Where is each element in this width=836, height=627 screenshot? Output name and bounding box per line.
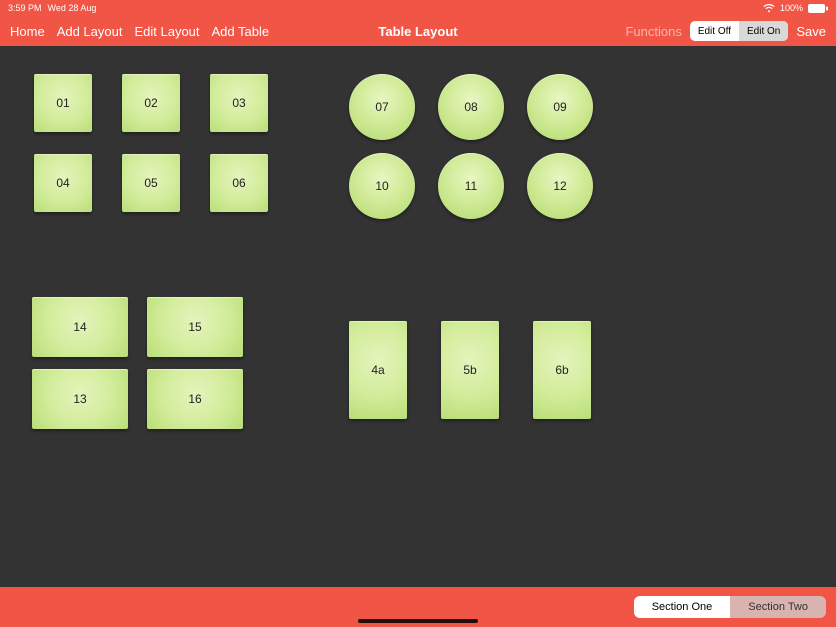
section-segmented-control: Section One Section Two bbox=[634, 596, 826, 618]
battery-percentage: 100% bbox=[780, 3, 803, 13]
nav-add-layout[interactable]: Add Layout bbox=[57, 24, 123, 39]
table-6b[interactable]: 6b bbox=[533, 321, 591, 419]
table-03[interactable]: 03 bbox=[210, 74, 268, 132]
table-07[interactable]: 07 bbox=[349, 74, 415, 140]
ios-status-bar: 3:59 PM Wed 28 Aug 100% bbox=[0, 0, 836, 16]
page-title: Table Layout bbox=[378, 24, 457, 39]
nav-edit-layout[interactable]: Edit Layout bbox=[134, 24, 199, 39]
nav-save[interactable]: Save bbox=[796, 24, 826, 39]
section-one-tab[interactable]: Section One bbox=[634, 596, 731, 618]
table-06[interactable]: 06 bbox=[210, 154, 268, 212]
floor-canvas[interactable]: 01 02 03 04 05 06 07 08 09 10 11 12 14 1… bbox=[0, 46, 836, 587]
home-indicator bbox=[358, 619, 478, 623]
status-time: 3:59 PM bbox=[8, 3, 42, 13]
nav-add-table[interactable]: Add Table bbox=[212, 24, 270, 39]
table-04[interactable]: 04 bbox=[34, 154, 92, 212]
section-two-tab[interactable]: Section Two bbox=[730, 596, 826, 618]
edit-on-button[interactable]: Edit On bbox=[739, 21, 788, 41]
table-16[interactable]: 16 bbox=[147, 369, 243, 429]
table-05[interactable]: 05 bbox=[122, 154, 180, 212]
nav-home[interactable]: Home bbox=[10, 24, 45, 39]
wifi-icon bbox=[763, 4, 775, 13]
status-date: Wed 28 Aug bbox=[48, 3, 97, 13]
battery-icon bbox=[808, 4, 828, 13]
table-13[interactable]: 13 bbox=[32, 369, 128, 429]
nav-functions[interactable]: Functions bbox=[625, 24, 681, 39]
table-01[interactable]: 01 bbox=[34, 74, 92, 132]
table-08[interactable]: 08 bbox=[438, 74, 504, 140]
edit-off-button[interactable]: Edit Off bbox=[690, 21, 739, 41]
table-11[interactable]: 11 bbox=[438, 153, 504, 219]
table-10[interactable]: 10 bbox=[349, 153, 415, 219]
table-14[interactable]: 14 bbox=[32, 297, 128, 357]
table-4a[interactable]: 4a bbox=[349, 321, 407, 419]
table-02[interactable]: 02 bbox=[122, 74, 180, 132]
nav-bar: Home Add Layout Edit Layout Add Table Ta… bbox=[0, 16, 836, 46]
table-12[interactable]: 12 bbox=[527, 153, 593, 219]
table-15[interactable]: 15 bbox=[147, 297, 243, 357]
edit-toggle: Edit Off Edit On bbox=[690, 21, 789, 41]
table-09[interactable]: 09 bbox=[527, 74, 593, 140]
table-5b[interactable]: 5b bbox=[441, 321, 499, 419]
